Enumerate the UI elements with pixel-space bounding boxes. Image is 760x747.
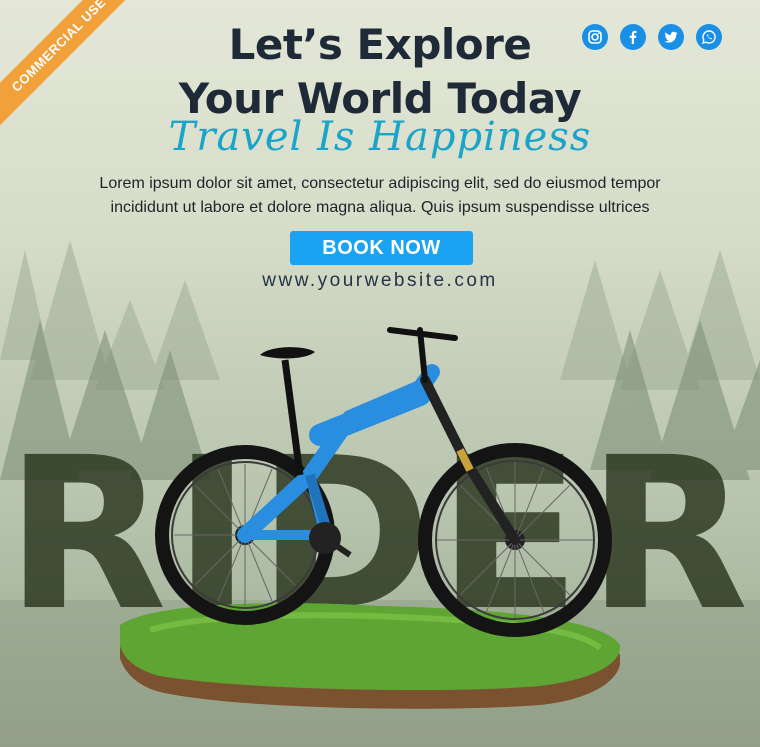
headline-line-1: Let’s Explore (228, 20, 532, 69)
tagline-script: Travel Is Happiness (168, 114, 592, 160)
book-now-button[interactable]: BOOK NOW (290, 231, 473, 265)
body-line-2: incididunt ut labore et dolore magna ali… (110, 199, 650, 216)
headline: Let’s Explore Your World Today (0, 18, 760, 126)
body-line-1: Lorem ipsum dolor sit amet, consectetur … (99, 175, 661, 192)
website-url[interactable]: www.yourwebsite.com (0, 270, 760, 292)
body-text: Lorem ipsum dolor sit amet, consectetur … (70, 172, 690, 220)
bike-frame (237, 327, 520, 558)
bike-illustration (120, 327, 620, 709)
poster: RIDER COMMERCIAL USE Let’s Explore Your … (0, 0, 760, 747)
